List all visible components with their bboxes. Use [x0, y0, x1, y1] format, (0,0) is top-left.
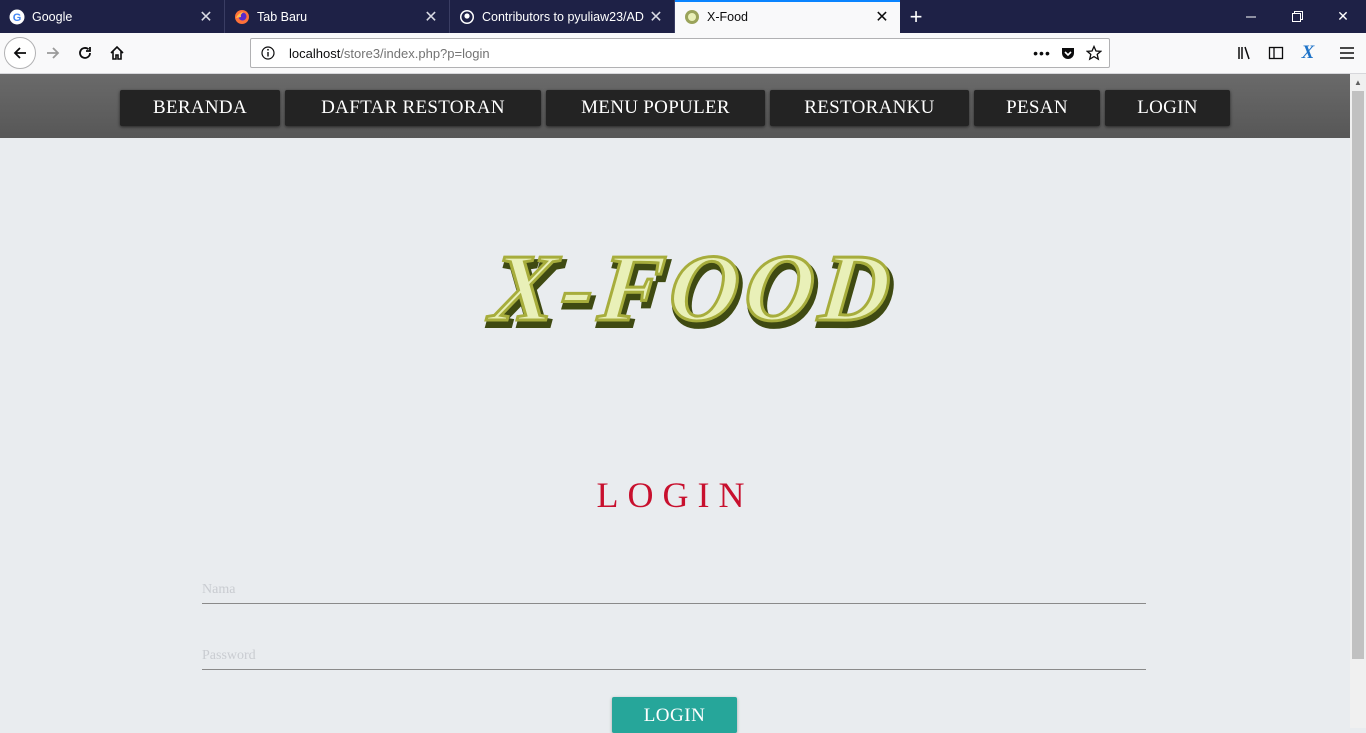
home-icon[interactable]: [101, 37, 133, 69]
back-arrow-icon[interactable]: [4, 37, 36, 69]
pocket-icon[interactable]: [1055, 40, 1081, 66]
close-tab-icon[interactable]: ✕: [644, 7, 668, 27]
tab-title: Contributors to pyuliaw23/ADS: [482, 9, 644, 24]
nav-menu-populer[interactable]: MENU POPULER: [546, 90, 765, 126]
tab-google[interactable]: G Google ✕: [0, 0, 225, 33]
tab-new[interactable]: Tab Baru ✕: [225, 0, 450, 33]
address-bar[interactable]: localhost/store3/index.php?p=login •••: [250, 38, 1110, 68]
extension-x-icon[interactable]: X: [1292, 37, 1324, 69]
tab-github[interactable]: Contributors to pyuliaw23/ADS ✕: [450, 0, 675, 33]
google-icon: G: [9, 9, 25, 25]
page-scrollbar[interactable]: ▲: [1350, 74, 1366, 728]
github-icon: [459, 9, 475, 25]
minimize-icon[interactable]: [1228, 0, 1274, 33]
nav-restoranku[interactable]: RESTORANKU: [770, 90, 969, 126]
new-tab-plus-icon[interactable]: +: [902, 0, 930, 33]
xfood-logo: X-FOOD X-FOOD: [482, 233, 907, 340]
tab-strip: G Google ✕ Tab Baru ✕ Contributors to py…: [0, 0, 1366, 33]
logo-text: X-FOOD: [483, 234, 901, 340]
url-path: /store3/index.php?p=login: [340, 45, 490, 61]
close-tab-icon[interactable]: ✕: [194, 7, 218, 27]
hamburger-menu-icon[interactable]: [1331, 37, 1363, 69]
svg-text:G: G: [13, 12, 22, 24]
scroll-up-arrow-icon[interactable]: ▲: [1350, 74, 1366, 90]
restore-icon[interactable]: [1274, 0, 1320, 33]
tab-xfood[interactable]: X-Food ✕: [675, 0, 900, 33]
forward-arrow-icon[interactable]: [37, 37, 69, 69]
info-icon[interactable]: [255, 40, 281, 66]
tab-title: X-Food: [707, 9, 748, 24]
bookmark-star-icon[interactable]: [1081, 40, 1107, 66]
tab-title: Tab Baru: [257, 9, 308, 24]
page-actions-icon[interactable]: •••: [1029, 40, 1055, 66]
library-icon[interactable]: [1228, 37, 1260, 69]
name-input[interactable]: [202, 577, 1146, 604]
nav-pesan[interactable]: PESAN: [974, 90, 1100, 126]
url-host: localhost: [289, 45, 341, 61]
nav-daftar-restoran[interactable]: DAFTAR RESTORAN: [285, 90, 541, 126]
nav-login[interactable]: LOGIN: [1105, 90, 1230, 126]
login-heading: LOGIN: [596, 475, 754, 515]
reload-icon[interactable]: [69, 37, 101, 69]
site-navbar: BERANDA DAFTAR RESTORAN MENU POPULER RES…: [0, 74, 1350, 138]
navigation-toolbar: localhost/store3/index.php?p=login ••• X: [0, 33, 1366, 74]
nav-beranda[interactable]: BERANDA: [120, 90, 280, 126]
firefox-icon: [234, 9, 250, 25]
close-tab-icon[interactable]: ✕: [870, 7, 894, 27]
sidebar-icon[interactable]: [1260, 37, 1292, 69]
tab-title: Google: [32, 9, 73, 24]
password-input[interactable]: [202, 643, 1146, 670]
xfood-favicon: [684, 9, 700, 25]
scrollbar-thumb[interactable]: [1352, 91, 1364, 659]
close-window-icon[interactable]: ✕: [1320, 0, 1366, 33]
close-tab-icon[interactable]: ✕: [419, 7, 443, 27]
url-text: localhost/store3/index.php?p=login: [289, 46, 1029, 61]
